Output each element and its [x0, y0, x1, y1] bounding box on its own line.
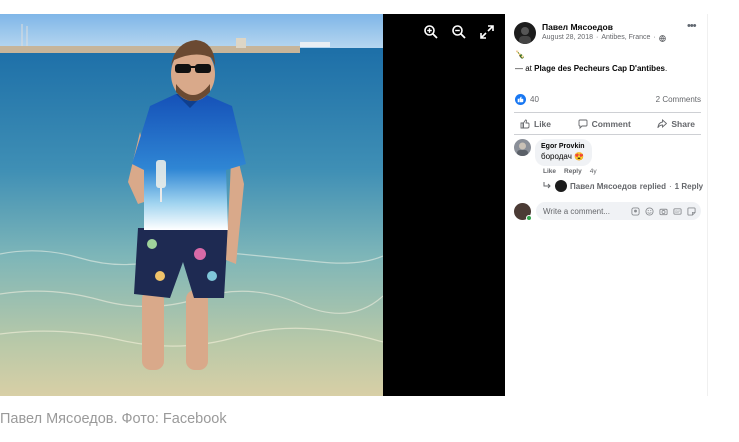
reply-separator: ·: [669, 181, 672, 191]
comment-button[interactable]: Comment: [572, 119, 637, 129]
comment-like-link[interactable]: Like: [543, 168, 556, 175]
post-actions: Like Comment Share: [514, 115, 701, 133]
comment-input[interactable]: Write a comment... GIF: [536, 202, 701, 220]
reply-count: 1 Reply: [674, 181, 704, 191]
photo-area: [0, 14, 505, 396]
author-avatar[interactable]: [514, 22, 536, 44]
composer-icons: GIF: [631, 206, 696, 216]
share-button[interactable]: Share: [651, 119, 701, 129]
post-emoji: 🍾: [515, 50, 525, 59]
fullscreen-icon[interactable]: [479, 24, 495, 40]
like-reaction-icon: [515, 94, 526, 105]
current-user-avatar: [514, 202, 532, 221]
replied-label: replied: [639, 181, 666, 191]
comment-input-placeholder: Write a comment...: [543, 206, 610, 216]
post-checkin: — at Plage des Pecheurs Cap D'antibes.: [515, 64, 667, 73]
globe-icon: [658, 34, 666, 42]
replier-name: Павел Мясоедов: [570, 181, 637, 191]
like-button[interactable]: Like: [514, 119, 557, 129]
commenter-name[interactable]: Egor Provkin: [541, 142, 585, 152]
comment-label: Comment: [591, 119, 631, 129]
post-sidebar: Павел Мясоедов August 28, 2018 · Antibes…: [505, 14, 708, 396]
svg-text:GIF: GIF: [675, 209, 680, 213]
photo-caption: Павел Мясоедов. Фото: Facebook: [0, 411, 227, 427]
divider: [514, 134, 701, 135]
post-author[interactable]: Павел Мясоедов: [542, 22, 687, 33]
comment-bubble: Egor Provkin бородач 😍: [535, 139, 592, 166]
share-label: Share: [671, 119, 695, 129]
comment-time[interactable]: 4y: [590, 168, 597, 175]
comment-actions: Like Reply 4y: [543, 168, 597, 175]
camera-icon[interactable]: [659, 207, 668, 216]
share-icon: [657, 119, 668, 129]
zoom-in-icon[interactable]: [423, 24, 439, 40]
comment-reply-link[interactable]: Reply: [564, 168, 582, 175]
comment: Egor Provkin бородач 😍: [514, 139, 592, 166]
comment-text-line: бородач 😍: [541, 152, 585, 162]
photo-viewer: Павел Мясоедов August 28, 2018 · Antibes…: [0, 14, 708, 396]
more-options-icon[interactable]: •••: [687, 21, 701, 32]
reply-arrow-icon: [543, 182, 551, 189]
online-status-dot: [526, 214, 532, 221]
checkin-prefix: — at: [515, 64, 535, 73]
gif-icon[interactable]: GIF: [673, 207, 682, 216]
avatar-sticker-icon[interactable]: [631, 206, 640, 216]
post-location[interactable]: Antibes, France: [601, 33, 650, 43]
reactions-bar: 40 2 Comments: [515, 94, 701, 105]
divider: [514, 112, 701, 113]
post-header: Павел Мясоедов August 28, 2018 · Antibes…: [514, 21, 701, 44]
photo: [0, 14, 383, 396]
view-replies-link[interactable]: Павел Мясоедов replied · 1 Reply: [543, 180, 703, 192]
emoji-icon[interactable]: [645, 206, 654, 216]
comment-emoji: 😍: [574, 152, 585, 161]
beach-photo: [0, 14, 383, 396]
comment-count[interactable]: 2 Comments: [656, 95, 701, 104]
reaction-summary[interactable]: 40: [515, 94, 539, 105]
reaction-count: 40: [530, 95, 539, 104]
like-label: Like: [534, 119, 552, 129]
post-meta: August 28, 2018 · Antibes, France ·: [542, 33, 687, 43]
post-header-text: Павел Мясоедов August 28, 2018 · Antibes…: [542, 22, 687, 43]
comment-composer: Write a comment... GIF: [514, 202, 701, 221]
thumbs-up-icon: [520, 119, 530, 129]
comment-icon: [578, 119, 588, 129]
replier-avatar: [555, 180, 567, 192]
post-date[interactable]: August 28, 2018: [542, 33, 593, 43]
sticker-icon[interactable]: [687, 206, 696, 216]
meta-separator: ·: [596, 34, 599, 41]
checkin-place-link[interactable]: Plage des Pecheurs Cap D'antibes: [534, 64, 665, 73]
commenter-avatar[interactable]: [514, 139, 531, 156]
checkin-suffix: .: [664, 64, 668, 73]
zoom-out-icon[interactable]: [451, 24, 467, 40]
comment-text: бородач: [541, 152, 572, 161]
meta-separator: ·: [653, 34, 656, 41]
photo-toolbar: [423, 24, 495, 40]
